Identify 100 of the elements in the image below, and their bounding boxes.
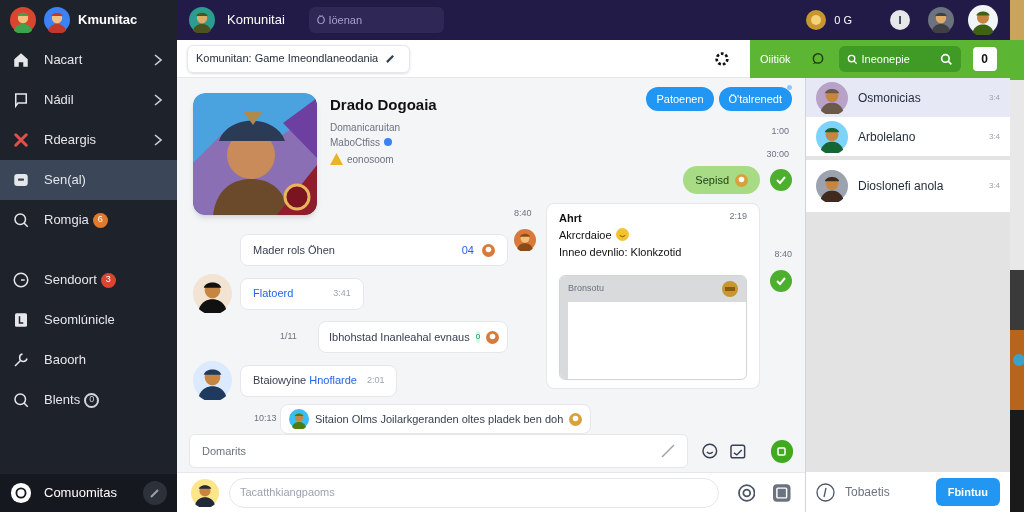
message-input[interactable]: Domarits <box>189 434 689 468</box>
send-button[interactable] <box>770 439 793 463</box>
message-text: Sepisd <box>695 172 729 188</box>
message-time: 8:40 <box>514 207 532 220</box>
record-icon[interactable] <box>737 483 756 502</box>
footer-label: Tobaetis <box>845 484 891 501</box>
game-meta: MaboCtfiss <box>330 135 380 150</box>
message-text: Akrcrdaioe <box>559 227 612 243</box>
avatar <box>514 228 536 251</box>
note-icon <box>12 91 30 109</box>
warning-icon <box>330 153 343 165</box>
badge: 3 <box>100 272 116 288</box>
coin-count: 0 G <box>834 12 852 28</box>
verified-icon <box>384 138 392 146</box>
avatar <box>928 7 954 33</box>
sidebar-item[interactable]: Romgia 6 <box>0 200 177 240</box>
avatar <box>10 7 36 33</box>
game-subtitle: Domanicaruitan <box>330 120 402 135</box>
avatar <box>193 361 232 400</box>
check-icon <box>770 169 792 191</box>
search-icon <box>12 391 30 409</box>
chevron-icon <box>153 54 163 66</box>
badge: 0 <box>84 392 100 408</box>
message-time: 8:40 <box>774 248 792 261</box>
chevron-icon <box>153 134 163 146</box>
message-text: Btaiowyine <box>253 373 307 389</box>
avatar <box>289 409 309 429</box>
title-field[interactable]: Komunitan: Game Imeondlaneodania <box>187 44 410 73</box>
attachment-title: Bronsotu <box>568 281 605 295</box>
pencil-icon <box>386 54 396 63</box>
avatar <box>193 274 232 313</box>
message-time: 3:41 <box>333 286 351 300</box>
wrench-icon <box>12 351 30 369</box>
message-count: 0 <box>475 331 481 343</box>
search-icon <box>12 211 30 229</box>
message-text: Mader rols Öhen <box>253 242 336 258</box>
message-text: Flatoerd <box>253 286 295 302</box>
message-link[interactable]: Hnoflarde <box>309 372 357 389</box>
badge: 6 <box>92 212 108 228</box>
chat-bubble-icon <box>810 52 825 66</box>
sidebar-item[interactable]: Baoorh <box>0 340 177 380</box>
search-field[interactable]: Ö Iöenan <box>308 7 444 33</box>
check-icon <box>770 269 792 292</box>
chat-icon <box>12 171 30 189</box>
game-title: Drado Dogoaia <box>330 95 437 115</box>
document-icon <box>12 311 30 329</box>
reaction-icon <box>486 330 500 344</box>
settings-icon <box>714 50 730 67</box>
conversation-item[interactable]: Arbolelano 3:4 <box>806 117 1010 156</box>
message-time: 1/11 <box>280 330 298 344</box>
coin-icon <box>722 280 738 297</box>
message-count: 04 <box>461 242 474 258</box>
reaction-icon <box>735 173 748 187</box>
message-text: Inneo devnlio: Klonkzotid <box>559 245 683 260</box>
message-time: 2:01 <box>366 373 385 387</box>
avatar <box>816 170 848 202</box>
reaction-icon <box>482 243 495 257</box>
edit-button[interactable] <box>143 481 167 505</box>
search-icon <box>939 52 953 66</box>
sidebar-item[interactable]: Rdeargis <box>0 120 177 160</box>
message-time: 2:19 <box>729 210 747 223</box>
sidebar-item[interactable]: Nacart <box>0 40 177 80</box>
emoji-icon[interactable] <box>702 443 718 459</box>
avatar <box>191 478 219 507</box>
profile-button[interactable]: I <box>890 10 910 30</box>
sidebar-item[interactable]: Nádil <box>0 80 177 120</box>
community-icon <box>10 482 32 504</box>
coin-icon <box>806 10 827 30</box>
search-icon <box>846 53 858 65</box>
message-time: 30:00 <box>766 147 789 161</box>
avatar <box>968 5 998 35</box>
toolbar-label: Oiitiök <box>760 51 791 67</box>
sidebar-item[interactable]: Sendoort 3 <box>0 260 177 300</box>
conversation-item[interactable]: Dioslonefi anola 3:4 <box>806 160 1010 212</box>
message-time: 1:00 <box>771 125 789 138</box>
chevron-icon <box>153 94 163 106</box>
square-button[interactable]: 0 <box>972 47 997 71</box>
avatar <box>816 120 848 153</box>
cross-icon <box>12 131 30 149</box>
reaction-icon <box>569 412 583 426</box>
sidebar-item[interactable]: Blents 0 <box>0 380 177 420</box>
sidebar-item[interactable]: Sen(al) <box>0 160 177 200</box>
search-field[interactable]: Ineonepie <box>838 46 961 72</box>
brand-name: Kmunitac <box>78 11 138 30</box>
footer-label: Comuomitas <box>44 484 117 503</box>
pencil-icon <box>150 488 160 498</box>
game-rating: eonosoom <box>347 152 394 167</box>
message-time: 10:13 <box>254 412 278 426</box>
avatar <box>816 81 848 114</box>
conversation-item[interactable]: Osmonicias 3:4 <box>806 78 1010 117</box>
message-text: Ibhohstad Inanleahal evnaus <box>329 329 470 345</box>
gallery-icon[interactable] <box>773 483 791 502</box>
app-title: Komunitai <box>227 11 285 30</box>
message-author: Ahrt <box>559 211 582 226</box>
pencil-icon <box>661 444 676 458</box>
smiley-icon <box>615 228 629 242</box>
avatar <box>44 7 70 33</box>
home-icon <box>12 51 30 69</box>
clock-icon <box>12 271 30 289</box>
sidebar-item[interactable]: Seomlúnicle <box>0 300 177 340</box>
